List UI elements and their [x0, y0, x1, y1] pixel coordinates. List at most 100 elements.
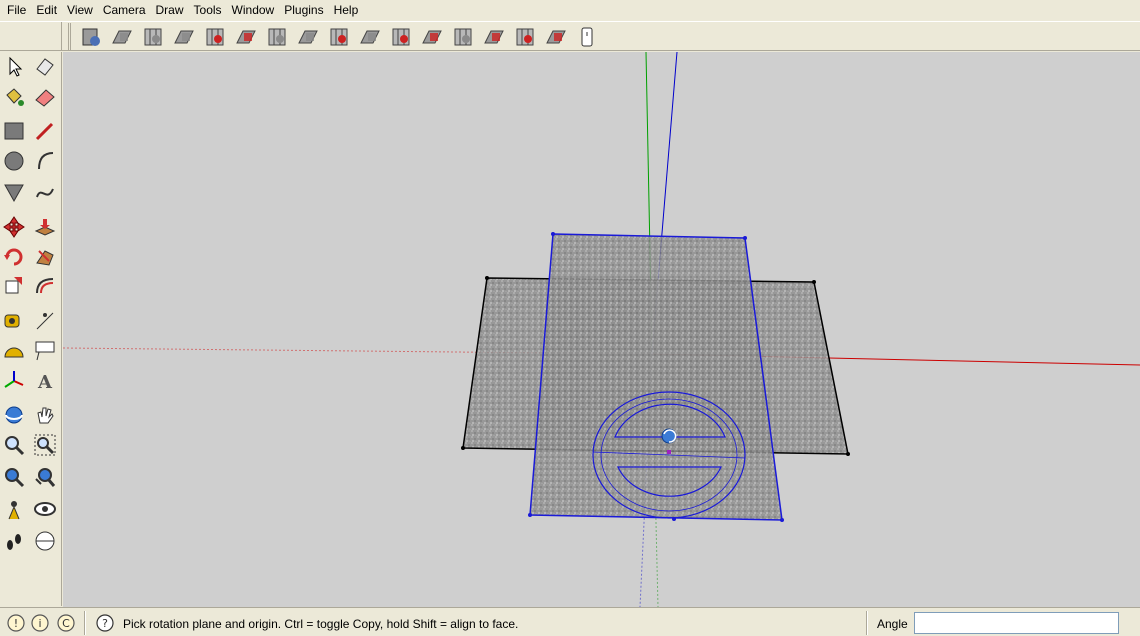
status-bar: ! i C ? Pick rotation plane and origin. …	[0, 607, 1140, 636]
vertex	[846, 452, 850, 456]
toolbar-row	[0, 21, 1140, 51]
section-plane-button[interactable]	[480, 24, 508, 50]
offset-tool[interactable]	[32, 272, 58, 298]
tape-measure-tool[interactable]	[1, 308, 27, 334]
scale-tool[interactable]	[1, 272, 27, 298]
scroll-icon	[581, 27, 593, 46]
hidden-line-button[interactable]	[356, 24, 384, 50]
arc-tool[interactable]	[32, 148, 58, 174]
select-tool[interactable]	[1, 54, 27, 80]
eraser-erase-tool[interactable]	[32, 54, 58, 80]
status-separator	[866, 611, 868, 635]
follow-me-icon	[36, 250, 54, 266]
monochrome-button[interactable]	[449, 24, 477, 50]
svg-text:?: ?	[102, 617, 108, 630]
orbit-icon	[5, 406, 23, 424]
back-view-icon	[236, 30, 256, 43]
push-pull-icon	[34, 219, 56, 236]
rectangle-icon	[4, 122, 24, 140]
selected-face[interactable]	[529, 233, 783, 521]
walk-icon	[7, 534, 21, 550]
menu-file[interactable]: File	[2, 0, 31, 21]
copyright-icon[interactable]: C	[56, 613, 76, 633]
menu-bar: File Edit View Camera Draw Tools Window …	[0, 0, 1140, 21]
position-camera-tool[interactable]	[1, 496, 27, 522]
axes-icon	[4, 371, 24, 388]
component-box-icon	[82, 28, 100, 46]
scroll-button[interactable]	[573, 24, 601, 50]
section-plane-tool-tool[interactable]	[32, 528, 58, 554]
right-view-button[interactable]	[201, 24, 229, 50]
scale-icon	[5, 277, 22, 294]
dimension-tool[interactable]	[32, 308, 58, 334]
look-around-icon	[34, 502, 56, 516]
vertex	[485, 276, 489, 280]
shaded-textures-icon	[422, 30, 442, 43]
section-display-icon	[546, 30, 566, 43]
3d-text-icon: A	[37, 372, 53, 393]
eraser-tool[interactable]	[32, 84, 58, 110]
menu-view[interactable]: View	[62, 0, 98, 21]
axes-tool[interactable]	[1, 368, 27, 394]
move-tool[interactable]	[1, 214, 27, 240]
sketchup-window: File Edit View Camera Draw Tools Window …	[0, 0, 1140, 636]
drawing-viewport[interactable]	[63, 52, 1140, 607]
iso-view-icon	[112, 30, 132, 43]
section-cut-button[interactable]	[511, 24, 539, 50]
position-camera-icon	[8, 501, 20, 520]
credits-icon[interactable]: i	[30, 613, 50, 633]
geo-location-icon[interactable]: !	[6, 613, 26, 633]
tape-measure-icon	[4, 314, 20, 328]
wireframe-button[interactable]	[325, 24, 353, 50]
walk-tool[interactable]	[1, 528, 27, 554]
circle-icon	[4, 151, 24, 171]
text-tool[interactable]	[32, 338, 58, 364]
menu-tools[interactable]: Tools	[189, 0, 227, 21]
front-view-button[interactable]	[170, 24, 198, 50]
help-icon[interactable]: ?	[95, 613, 115, 633]
rotate-tool[interactable]	[1, 244, 27, 270]
shaded-textures-button[interactable]	[418, 24, 446, 50]
zoom-extents-tool[interactable]	[1, 464, 27, 490]
pan-tool[interactable]	[32, 402, 58, 428]
freehand-tool[interactable]	[32, 180, 58, 206]
vertex	[461, 446, 465, 450]
previous-view-tool[interactable]	[32, 464, 58, 490]
zoom-window-icon	[34, 434, 56, 456]
rectangle-tool[interactable]	[1, 118, 27, 144]
svg-text:A: A	[37, 372, 53, 393]
back-view-button[interactable]	[232, 24, 260, 50]
section-plane-icon	[484, 30, 504, 43]
push-pull-tool[interactable]	[32, 214, 58, 240]
menu-plugins[interactable]: Plugins	[279, 0, 328, 21]
model-scene[interactable]	[63, 52, 1140, 607]
top-view-button[interactable]	[139, 24, 167, 50]
paint-bucket-tool[interactable]	[1, 84, 27, 110]
orbit-tool[interactable]	[1, 402, 27, 428]
menu-draw[interactable]: Draw	[151, 0, 189, 21]
follow-me-tool[interactable]	[32, 244, 58, 270]
menu-camera[interactable]: Camera	[98, 0, 151, 21]
shaded-button[interactable]	[387, 24, 415, 50]
protractor-tool[interactable]	[1, 338, 27, 364]
component-box-button[interactable]	[77, 24, 105, 50]
shaded-icon	[392, 28, 410, 45]
xray-button[interactable]	[294, 24, 322, 50]
circle-tool[interactable]	[1, 148, 27, 174]
menu-help[interactable]: Help	[329, 0, 364, 21]
pencil-tool[interactable]	[32, 118, 58, 144]
left-view-button[interactable]	[263, 24, 291, 50]
section-display-button[interactable]	[542, 24, 570, 50]
menu-window[interactable]: Window	[227, 0, 280, 21]
menu-edit[interactable]: Edit	[31, 0, 62, 21]
vertex	[743, 236, 747, 240]
eraser-icon	[35, 89, 55, 107]
3d-text-tool[interactable]: A	[32, 368, 58, 394]
measurements-input[interactable]	[914, 612, 1119, 634]
zoom-tool[interactable]	[1, 432, 27, 458]
polygon-tool[interactable]	[1, 180, 27, 206]
zoom-window-tool[interactable]	[32, 432, 58, 458]
iso-view-button[interactable]	[108, 24, 136, 50]
look-around-tool[interactable]	[32, 496, 58, 522]
text-icon	[35, 341, 55, 361]
